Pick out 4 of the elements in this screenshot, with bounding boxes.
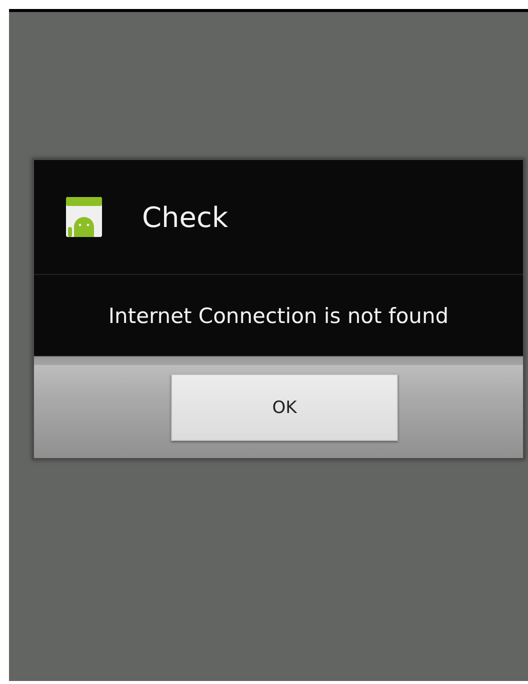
dialog-message: Internet Connection is not found	[107, 302, 450, 330]
dialog-title: Check	[142, 200, 228, 234]
android-app-icon	[66, 197, 102, 237]
ok-button[interactable]: OK	[171, 374, 398, 441]
